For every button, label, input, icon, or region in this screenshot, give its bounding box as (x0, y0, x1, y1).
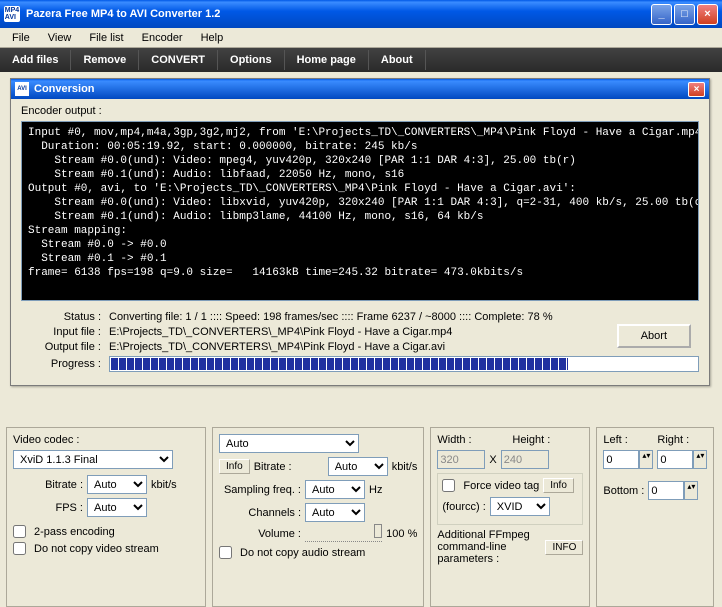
video-fps-label: FPS : (13, 502, 83, 514)
dialog-icon: AVI (15, 82, 29, 96)
fourcc-info-button[interactable]: Info (543, 478, 574, 493)
crop-left-spinner[interactable]: ▴▾ (603, 450, 653, 469)
volume-value: 100 % (386, 528, 417, 540)
abort-button[interactable]: Abort (617, 324, 691, 348)
audio-bitrate-label: Bitrate : (254, 461, 324, 473)
video-codec-select[interactable]: XviD 1.1.3 Final (13, 450, 173, 469)
status-label: Status : (21, 311, 101, 323)
twopass-checkbox[interactable] (13, 525, 26, 538)
donotcopy-audio-checkbox[interactable] (219, 546, 232, 559)
video-fps-select[interactable]: Auto (87, 498, 147, 517)
crop-bottom-label: Bottom : (603, 485, 644, 497)
remove-button[interactable]: Remove (71, 50, 139, 70)
title-bar: MP4AVI Pazera Free MP4 to AVI Converter … (0, 0, 722, 28)
convert-button[interactable]: CONVERT (139, 50, 218, 70)
video-codec-label: Video codec : (13, 434, 83, 446)
add-files-button[interactable]: Add files (0, 50, 71, 70)
input-file-value: E:\Projects_TD\_CONVERTERS\_MP4\Pink Flo… (109, 326, 699, 338)
menu-help[interactable]: Help (193, 30, 232, 46)
crop-right-spinner[interactable]: ▴▾ (657, 450, 707, 469)
audio-bitrate-unit: kbit/s (392, 461, 418, 473)
size-panel: Width : Height : X Force video tag Info … (430, 427, 590, 607)
video-bitrate-unit: kbit/s (151, 479, 177, 491)
audio-top-select[interactable]: Auto (219, 434, 359, 453)
toolbar: Add files Remove CONVERT Options Home pa… (0, 48, 722, 72)
app-icon: MP4AVI (4, 6, 20, 22)
maximize-button[interactable]: □ (674, 4, 695, 25)
status-value: Converting file: 1 / 1 :::: Speed: 198 f… (109, 311, 699, 323)
width-label: Width : (437, 434, 471, 446)
dialog-close-button[interactable]: × (688, 82, 705, 97)
audio-bitrate-select[interactable]: Auto (328, 457, 388, 476)
window-title: Pazera Free MP4 to AVI Converter 1.2 (26, 8, 651, 20)
width-input[interactable] (437, 450, 485, 469)
progress-bar (109, 356, 699, 372)
progress-fill (111, 358, 568, 370)
crop-left-label: Left : (603, 434, 627, 446)
twopass-label: 2-pass encoding (34, 526, 115, 538)
additional-info-button[interactable]: INFO (545, 540, 583, 555)
encoder-output-label: Encoder output : (21, 105, 699, 117)
video-bitrate-select[interactable]: Auto (87, 475, 147, 494)
console-output: Input #0, mov,mp4,m4a,3gp,3g2,mj2, from … (21, 121, 699, 301)
donotcopy-video-label: Do not copy video stream (34, 543, 159, 555)
donotcopy-video-checkbox[interactable] (13, 542, 26, 555)
menu-view[interactable]: View (40, 30, 80, 46)
input-file-label: Input file : (21, 326, 101, 338)
force-tag-checkbox[interactable] (442, 479, 455, 492)
donotcopy-audio-label: Do not copy audio stream (240, 547, 365, 559)
progress-label: Progress : (21, 358, 101, 370)
audio-panel: Auto Info Bitrate : Auto kbit/s Sampling… (212, 427, 424, 607)
menu-file[interactable]: File (4, 30, 38, 46)
menu-filelist[interactable]: File list (81, 30, 131, 46)
fourcc-select[interactable]: XVID (490, 497, 550, 516)
crop-bottom-spinner[interactable]: ▴▾ (648, 481, 698, 500)
force-tag-label: Force video tag (463, 480, 539, 492)
about-button[interactable]: About (369, 50, 426, 70)
video-bitrate-label: Bitrate : (13, 479, 83, 491)
audio-info-button[interactable]: Info (219, 459, 250, 474)
volume-label: Volume : (219, 528, 301, 540)
home-page-button[interactable]: Home page (285, 50, 369, 70)
conversion-dialog: AVI Conversion × Encoder output : Input … (10, 78, 710, 386)
additional-params-label: Additional FFmpeg command-line parameter… (437, 529, 541, 565)
dialog-title-bar[interactable]: AVI Conversion × (11, 79, 709, 99)
crop-panel: Left : Right : ▴▾ ▴▾ Bottom : ▴▾ (596, 427, 714, 607)
height-label: Height : (512, 434, 550, 446)
minimize-button[interactable]: _ (651, 4, 672, 25)
sampling-select[interactable]: Auto (305, 480, 365, 499)
output-file-label: Output file : (21, 341, 101, 353)
menu-encoder[interactable]: Encoder (134, 30, 191, 46)
x-label: X (489, 454, 496, 466)
height-input[interactable] (501, 450, 549, 469)
output-file-value: E:\Projects_TD\_CONVERTERS\_MP4\Pink Flo… (109, 341, 699, 353)
channels-label: Channels : (219, 507, 301, 519)
fourcc-label: (fourcc) : (442, 501, 485, 513)
close-button[interactable]: × (697, 4, 718, 25)
menu-bar: File View File list Encoder Help (0, 28, 722, 48)
options-button[interactable]: Options (218, 50, 285, 70)
channels-select[interactable]: Auto (305, 503, 365, 522)
sampling-label: Sampling freq. : (219, 484, 301, 496)
dialog-title: Conversion (34, 83, 688, 95)
sampling-unit: Hz (369, 484, 382, 496)
crop-right-label: Right : (657, 434, 689, 446)
video-panel: Video codec : XviD 1.1.3 Final Bitrate :… (6, 427, 206, 607)
